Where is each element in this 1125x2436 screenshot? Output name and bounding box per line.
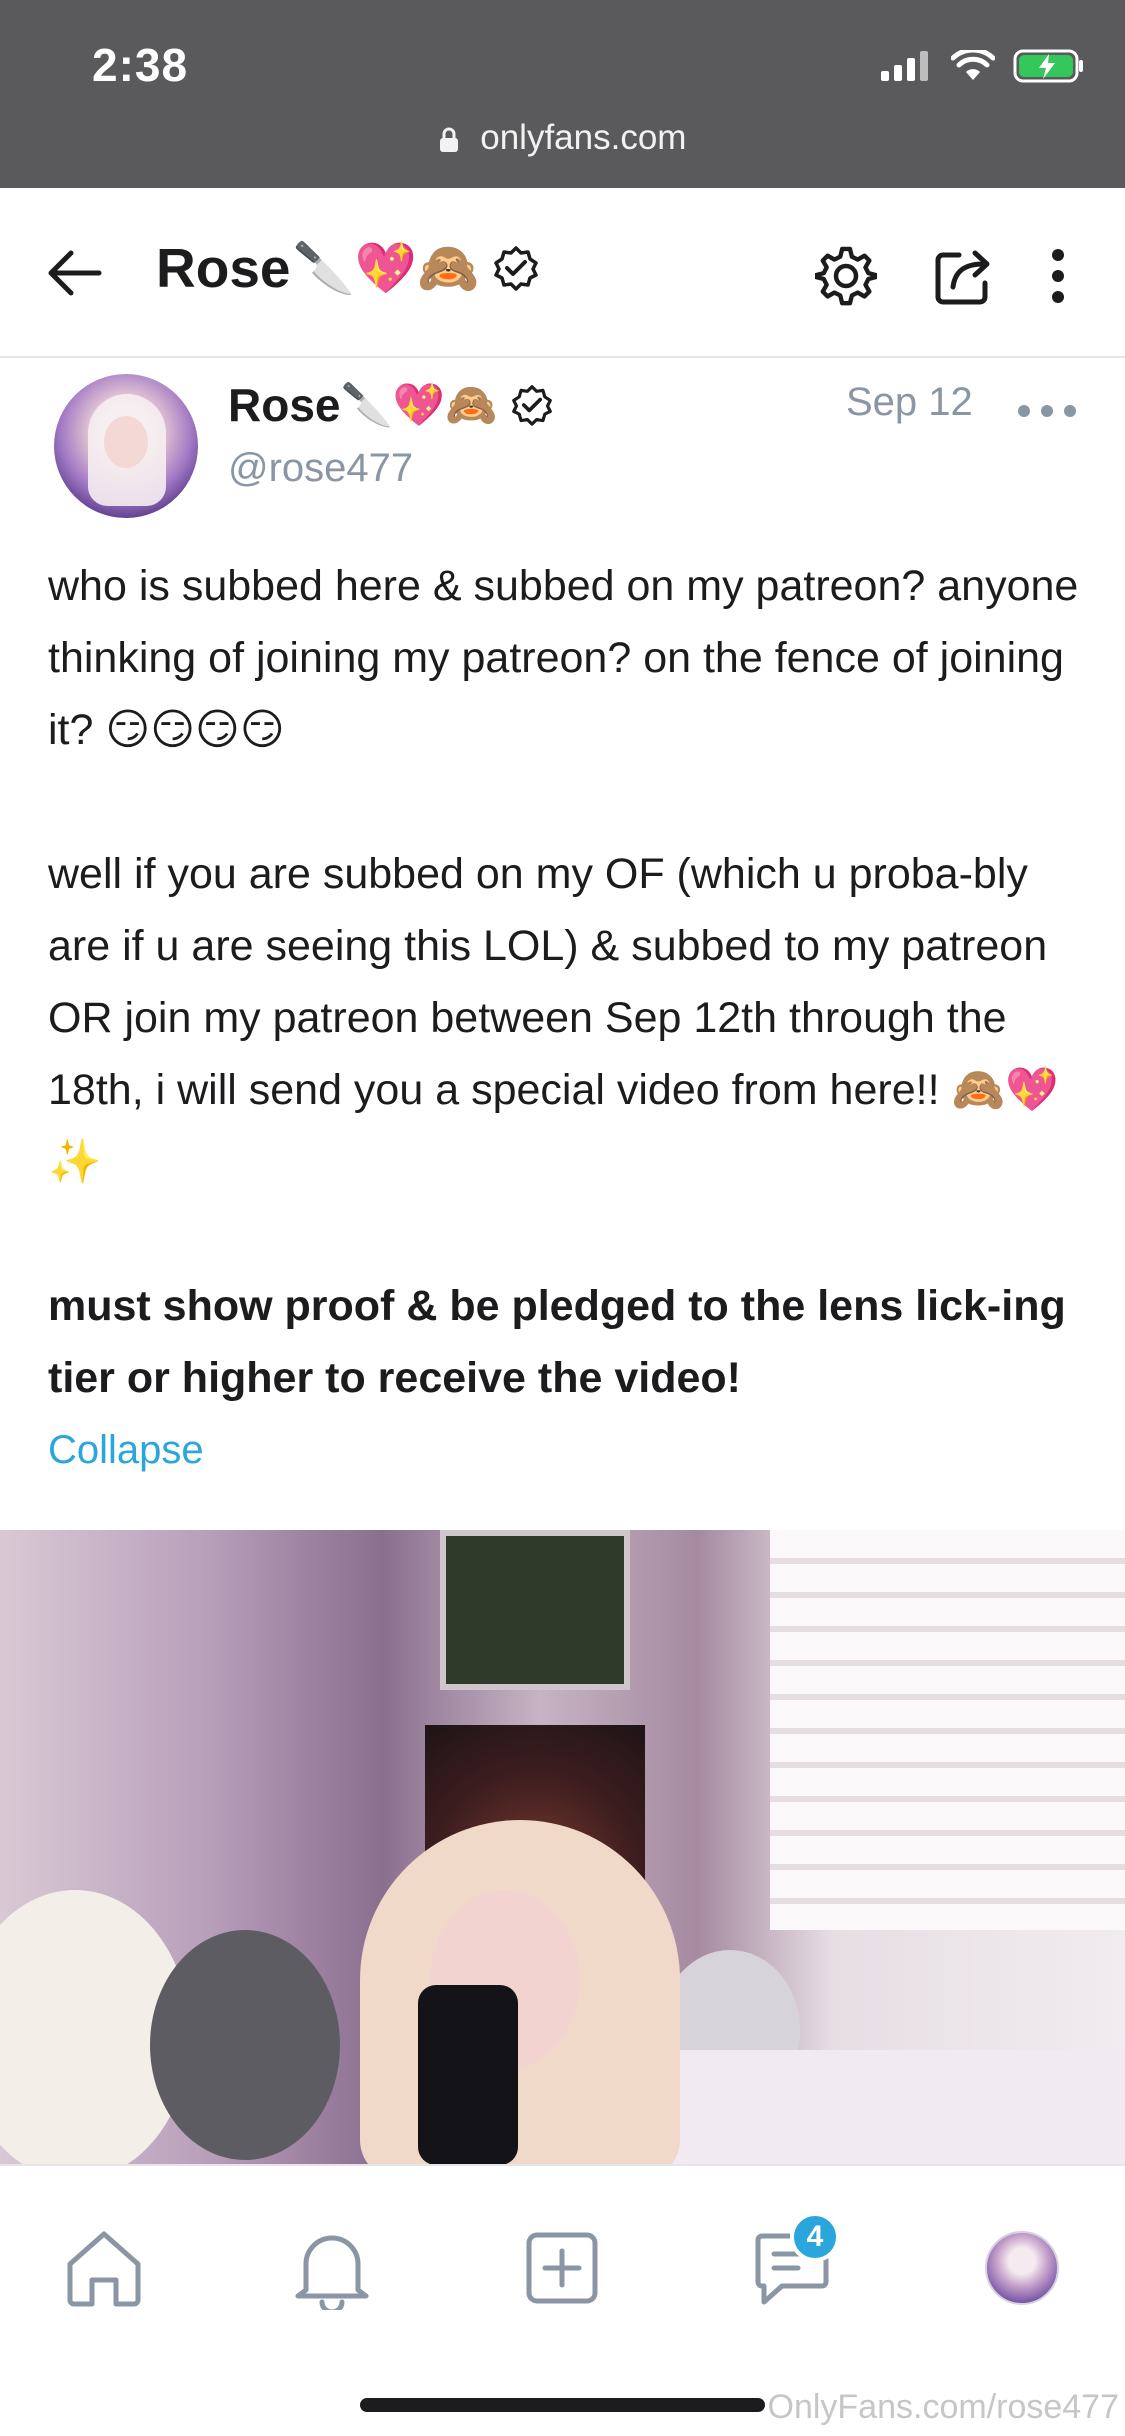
post-date: Sep 12	[846, 380, 973, 424]
status-icons	[881, 48, 1085, 84]
post-text: who is subbed here & subbed on my patreo…	[48, 550, 1088, 1414]
share-button[interactable]	[926, 238, 1002, 314]
plus-square-icon	[526, 2232, 598, 2304]
author-name[interactable]: Rose 🔪💖🙈	[228, 378, 553, 432]
wifi-icon	[951, 50, 995, 80]
gear-icon	[815, 246, 877, 306]
post-options-button[interactable]	[1018, 396, 1076, 426]
back-button[interactable]	[40, 238, 110, 308]
bell-icon	[295, 2235, 369, 2310]
arrow-left-icon	[48, 250, 102, 296]
page-title-emojis: 🔪💖🙈	[292, 238, 480, 297]
more-vertical-icon	[1052, 249, 1064, 303]
dot-icon	[1041, 405, 1053, 417]
home-icon	[67, 2231, 141, 2307]
settings-button[interactable]	[808, 238, 884, 314]
browser-top-bar: 2:38 onlyfans.com	[0, 0, 1125, 188]
dot-icon	[1064, 405, 1076, 417]
url-bar[interactable]: onlyfans.com	[0, 118, 1125, 158]
messages-count-badge: 4	[790, 2212, 840, 2262]
header-more-button[interactable]	[1020, 238, 1096, 314]
collapse-link[interactable]: Collapse	[48, 1428, 204, 1473]
author-avatar[interactable]	[54, 374, 198, 518]
post-paragraph: who is subbed here & subbed on my patreo…	[48, 562, 1079, 754]
profile-avatar	[985, 2231, 1059, 2305]
dot-icon	[1018, 405, 1030, 417]
nav-notifications-button[interactable]	[282, 2218, 382, 2318]
url-text: onlyfans.com	[480, 118, 687, 157]
status-time: 2:38	[92, 39, 189, 91]
share-icon	[935, 250, 990, 305]
post-paragraph: well if you are subbed on my OF (which u…	[48, 850, 1059, 1186]
author-name-text: Rose	[228, 379, 341, 431]
bottom-nav: 4 OnlyFans.com/rose477	[0, 2164, 1125, 2436]
post-paragraph-bold: must show proof & be pledged to the lens…	[48, 1282, 1066, 1402]
battery-charging-icon	[1013, 49, 1083, 83]
verified-badge-icon	[512, 385, 553, 426]
nav-home-button[interactable]	[54, 2218, 154, 2318]
watermark: OnlyFans.com/rose477	[767, 2388, 1120, 2426]
author-name-emojis: 🔪💖🙈	[340, 380, 498, 429]
nav-add-post-button[interactable]	[512, 2218, 612, 2318]
verified-badge-icon	[494, 246, 539, 291]
nav-profile-button[interactable]	[972, 2218, 1072, 2318]
author-handle[interactable]: @rose477	[228, 446, 413, 491]
post-photo[interactable]	[0, 1530, 1125, 2164]
lock-icon	[439, 127, 458, 152]
cellular-signal-icon	[881, 51, 928, 81]
home-indicator	[360, 2398, 765, 2412]
nav-messages-button[interactable]: 4	[742, 2212, 842, 2318]
profile-header: Rose 🔪💖🙈	[0, 188, 1125, 358]
page-title-text: Rose	[156, 237, 291, 299]
page-title: Rose 🔪💖🙈	[156, 236, 539, 300]
